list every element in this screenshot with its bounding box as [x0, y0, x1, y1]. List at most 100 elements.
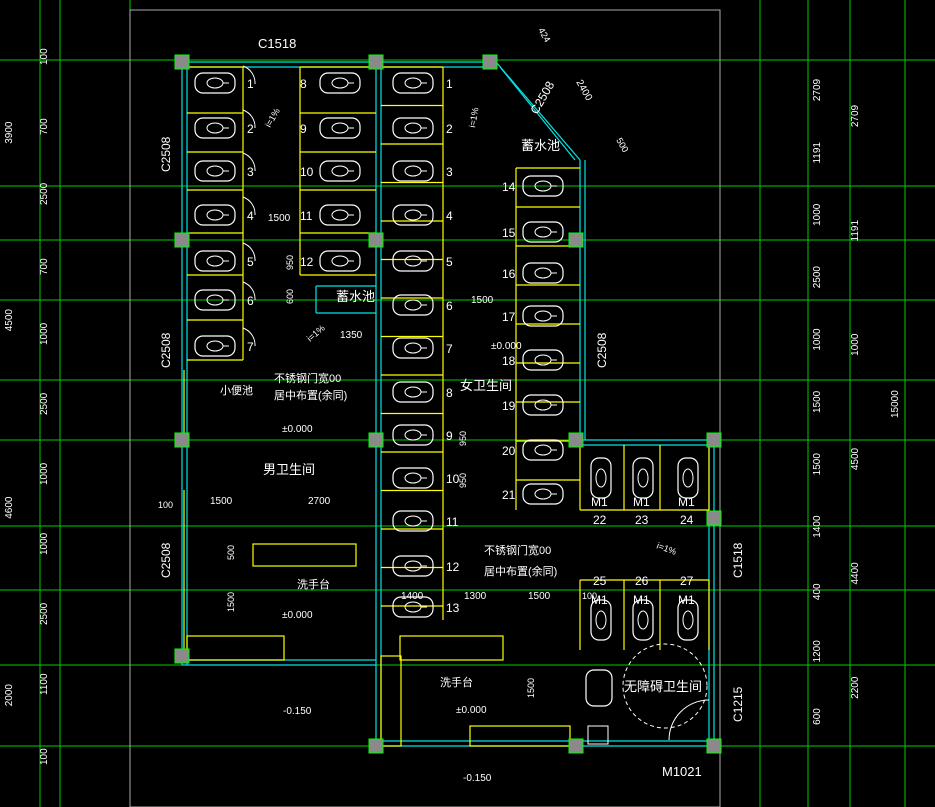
column	[706, 432, 722, 448]
toilet-fixture	[677, 457, 699, 499]
stall-number: 6	[247, 294, 254, 308]
stall-number: 2	[446, 122, 453, 136]
dimension-text: 2500	[39, 392, 50, 415]
m1-label: M1	[633, 593, 650, 607]
column	[706, 738, 722, 754]
sink-counter-men-2	[186, 635, 285, 661]
right-total-dimension: 15000	[890, 390, 901, 418]
toilet-bowl	[206, 77, 224, 89]
dim-1400: 1400	[401, 591, 424, 602]
dimension-text: 2500	[39, 182, 50, 205]
toilet-bowl	[595, 468, 607, 488]
elevation-label-2: ±0.000	[282, 610, 313, 621]
dimension-text: 700	[39, 258, 50, 275]
dim-950-b: 950	[458, 431, 468, 446]
window-left-label-1: C2508	[159, 136, 173, 172]
dim-950-a: 950	[285, 255, 295, 270]
dimension-text: 1000	[850, 333, 861, 356]
stall-numbers: 1234567891011121234567891011121314151617…	[247, 77, 695, 615]
elevation-label-3: ±0.000	[491, 341, 522, 352]
structural-columns	[174, 54, 722, 754]
dimension-text: 1000	[39, 532, 50, 555]
toilet-bowl	[404, 429, 422, 441]
toilet-bowl	[404, 122, 422, 134]
toilet-bowl	[404, 472, 422, 484]
toilet-fixture	[319, 250, 361, 272]
door-note-2b: 居中布置(余同)	[484, 564, 557, 578]
dimension-text: 2500	[812, 266, 823, 289]
accessible-toilet	[585, 643, 708, 745]
toilet-fixture	[392, 204, 434, 226]
sink-counter-men	[252, 543, 357, 567]
toilet-bowl	[637, 468, 649, 488]
dimension-text: 600	[812, 708, 823, 725]
toilet-bowl	[404, 342, 422, 354]
sink-counter-women	[399, 635, 504, 661]
toilet-bowl	[637, 610, 649, 630]
slope-label-3: i=1%	[305, 323, 327, 344]
stall-number: 19	[502, 399, 516, 413]
column	[174, 432, 190, 448]
toilet-bowl	[534, 444, 552, 456]
stall-number: 3	[247, 165, 254, 179]
toilet-bowl	[206, 165, 224, 177]
dimension-text: 700	[39, 118, 50, 135]
toilet-bowl	[206, 122, 224, 134]
toilet-bowl	[331, 122, 349, 134]
stall-number: 8	[446, 386, 453, 400]
slope-label-2: i=1%	[467, 107, 480, 129]
dimension-text: 4600	[4, 496, 15, 519]
toilet-bowl	[682, 468, 694, 488]
toilet-bowl	[534, 226, 552, 238]
column	[568, 232, 584, 248]
toilet-fixture	[392, 337, 434, 359]
floor-plan-drawing: 1234567891011121234567891011121314151617…	[0, 0, 935, 807]
dimension-text: 1500	[812, 453, 823, 476]
column	[568, 738, 584, 754]
m1-label: M1	[591, 495, 608, 509]
toilet-bowl	[534, 267, 552, 279]
dimension-text: 1200	[812, 640, 823, 663]
dimension-text: 1100	[39, 673, 50, 695]
toilet-fixture	[392, 117, 434, 139]
toilet-fixture	[194, 335, 236, 357]
door-bottom-label: M1021	[662, 764, 702, 779]
stall-number: 12	[300, 255, 314, 269]
toilet-fixture	[522, 262, 564, 284]
dimension-text: 2709	[850, 104, 861, 127]
toilet-fixture	[632, 457, 654, 499]
window-diag-label: C2508	[527, 79, 557, 117]
dim-950-c: 950	[458, 473, 468, 488]
dimension-text: 1000	[812, 203, 823, 226]
toilet-bowl	[404, 515, 422, 527]
stall-number: 7	[247, 340, 254, 354]
dimension-text: 4400	[850, 562, 861, 585]
stall-number: 4	[446, 209, 453, 223]
column	[174, 54, 190, 70]
toilet-bowl	[595, 610, 607, 630]
toilet-bowl	[331, 209, 349, 221]
window-top-label: C1518	[258, 36, 296, 51]
accessible-room-label: 无障碍卫生间	[624, 679, 702, 694]
dimension-text: 2709	[812, 78, 823, 101]
stall-number: 21	[502, 488, 516, 502]
stall-number: 23	[635, 513, 649, 527]
toilet-fixture	[392, 160, 434, 182]
toilet-fixture	[392, 467, 434, 489]
stall-number: 22	[593, 513, 607, 527]
toilet-fixture	[392, 72, 434, 94]
window-mid-right-label: C2508	[595, 332, 609, 368]
dim-500: 500	[226, 545, 236, 560]
dimension-text: 400	[812, 583, 823, 600]
dimension-text: 1000	[39, 462, 50, 485]
right-mid-dimensions: 2709 1191 1000 4500 4400 2200	[850, 104, 861, 698]
stall-number: 4	[247, 209, 254, 223]
column	[568, 432, 584, 448]
stall-number: 20	[502, 444, 516, 458]
dim-100-a: 100	[158, 500, 173, 510]
toilet-fixture	[392, 250, 434, 272]
toilet-bowl	[331, 77, 349, 89]
toilet-fixture	[392, 510, 434, 532]
slope-label-1: i=1%	[263, 106, 282, 129]
toilet-outline	[677, 457, 699, 499]
